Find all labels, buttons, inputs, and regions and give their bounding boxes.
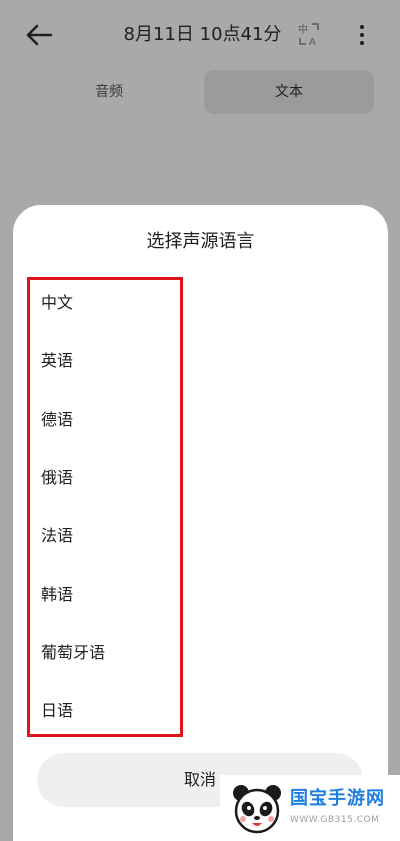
tab-audio[interactable]: 音频: [38, 70, 180, 114]
panda-logo-icon: [233, 785, 281, 834]
sheet-title: 选择声源语言: [146, 231, 255, 252]
language-list: 中文 英语 德语 俄语 法语 韩语 葡萄牙语 日语: [27, 277, 183, 737]
watermark-site-name: 国宝手游网: [290, 788, 385, 809]
back-arrow-icon[interactable]: [24, 20, 54, 50]
translate-glyph-bottom: A: [309, 37, 316, 48]
view-tabs: 音频 文本: [0, 70, 400, 116]
language-option-english[interactable]: 英语: [41, 346, 73, 376]
language-option-german[interactable]: 德语: [41, 405, 73, 435]
language-option-french[interactable]: 法语: [41, 521, 73, 551]
recording-title: 8月11日 10点41分: [123, 24, 282, 45]
more-menu-icon[interactable]: [352, 22, 372, 48]
site-watermark: 国宝手游网 WWW.GB315.COM: [220, 775, 400, 841]
translate-glyph-top: 中: [298, 23, 308, 36]
language-option-portuguese[interactable]: 葡萄牙语: [41, 638, 105, 668]
translate-icon[interactable]: 中 A: [296, 22, 322, 48]
tab-text[interactable]: 文本: [204, 70, 374, 114]
top-bar: 8月11日 10点41分 中 A: [0, 0, 400, 70]
language-option-japanese[interactable]: 日语: [41, 696, 73, 726]
language-option-russian[interactable]: 俄语: [41, 463, 73, 493]
language-option-korean[interactable]: 韩语: [41, 580, 73, 610]
language-sheet: 选择声源语言 中文 英语 德语 俄语 法语 韩语 葡萄牙语 日语 取消: [13, 205, 388, 841]
watermark-url: WWW.GB315.COM: [290, 815, 380, 825]
language-option-chinese[interactable]: 中文: [41, 288, 73, 318]
